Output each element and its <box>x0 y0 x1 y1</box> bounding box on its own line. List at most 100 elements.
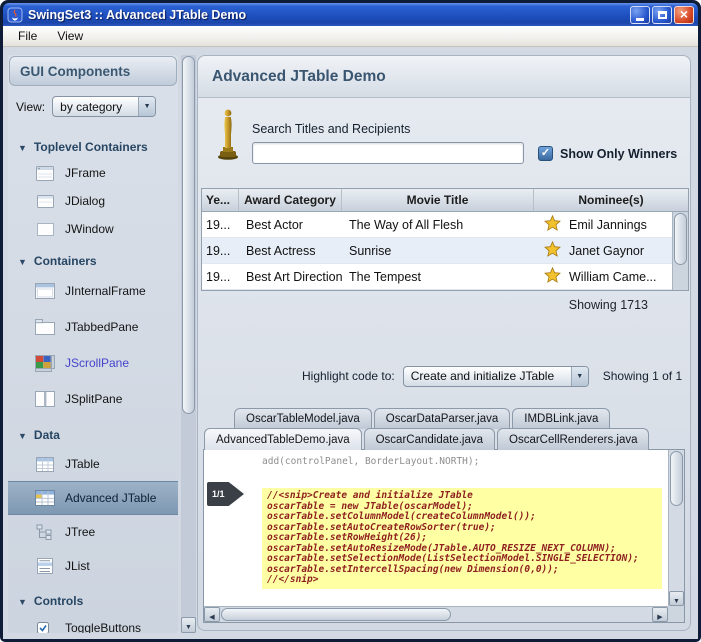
jtabbedpane-icon <box>34 319 56 335</box>
tab-oscartablemodel[interactable]: OscarTableModel.java <box>234 408 372 429</box>
table-status: Showing 1713 <box>569 298 648 312</box>
close-icon <box>680 6 688 24</box>
code-scroll-right-button[interactable] <box>652 607 668 622</box>
sidebar-item-togglebuttons[interactable]: ToggleButtons <box>8 613 178 633</box>
sidebar-item-jframe[interactable]: JFrame <box>8 159 178 187</box>
demo-header: Advanced JTable Demo <box>198 56 690 98</box>
sidebar-item-jsplitpane[interactable]: JSplitPane <box>8 381 178 417</box>
tab-oscarcandidate[interactable]: OscarCandidate.java <box>364 428 495 450</box>
code-line: //</snip> <box>267 575 657 586</box>
arrow-left-icon <box>209 606 214 624</box>
minimize-button[interactable] <box>630 6 650 24</box>
sidebar-item-jtree[interactable]: JTree <box>8 515 178 549</box>
chevron-down-icon[interactable] <box>571 367 588 386</box>
code-hscroll-thumb[interactable] <box>221 608 451 621</box>
tab-oscardataparser[interactable]: OscarDataParser.java <box>374 408 511 429</box>
minimize-icon <box>636 18 644 21</box>
search-label: Search Titles and Recipients <box>252 122 410 136</box>
arrow-right-icon <box>230 483 244 505</box>
arrow-down-icon <box>185 616 192 634</box>
tab-advancedtabledemo[interactable]: AdvancedTableDemo.java <box>204 428 362 450</box>
jdialog-icon <box>34 195 56 208</box>
jsplitpane-icon <box>34 391 56 407</box>
sidebar: GUI Components View: by category Topleve… <box>8 55 178 633</box>
winners-checkbox[interactable] <box>538 146 553 161</box>
sidebar-scrollbar[interactable] <box>181 55 196 633</box>
tree-section-toplevel-containers[interactable]: Toplevel Containers <box>8 135 178 159</box>
search-section: Search Titles and Recipients Show Only W… <box>198 98 690 190</box>
menu-file[interactable]: File <box>9 27 46 45</box>
scrollbar-corner <box>668 606 684 622</box>
table-scrollbar[interactable] <box>672 212 688 290</box>
highlight-code-combobox-value: Create and initialize JTable <box>404 369 571 383</box>
search-input[interactable] <box>252 142 524 164</box>
tab-oscarcellrenderers[interactable]: OscarCellRenderers.java <box>497 428 649 450</box>
code-showing-status: Showing 1 of 1 <box>603 369 682 383</box>
code-line: oscarTable.setSelectionMode(ListSelectio… <box>267 554 657 565</box>
column-header-year[interactable]: Ye... <box>202 189 239 211</box>
column-header-nominees[interactable]: Nominee(s) <box>534 189 688 211</box>
arrow-down-icon <box>673 590 680 608</box>
sidebar-item-advanced-jtable[interactable]: Advanced JTable <box>8 481 178 515</box>
sidebar-item-jscrollpane[interactable]: JScrollPane <box>8 345 178 381</box>
highlight-code-combobox[interactable]: Create and initialize JTable <box>403 366 589 387</box>
sidebar-item-jtabbedpane[interactable]: JTabbedPane <box>8 309 178 345</box>
collapse-triangle-icon[interactable] <box>18 426 27 444</box>
close-button[interactable] <box>674 6 694 24</box>
sidebar-header: GUI Components <box>9 56 177 86</box>
sidebar-item-jinternalframe[interactable]: JInternalFrame <box>8 273 178 309</box>
demo-panel: Advanced JTable Demo Search Tit <box>197 55 691 631</box>
winners-checkbox-label: Show Only Winners <box>560 147 677 161</box>
show-only-winners[interactable]: Show Only Winners <box>538 146 677 161</box>
column-header-award-category[interactable]: Award Category <box>239 189 342 211</box>
table-row[interactable]: 19... Best Actor The Way of All Flesh Em… <box>202 212 688 238</box>
table-scrollbar-thumb[interactable] <box>674 213 687 265</box>
menubar: File View <box>3 26 698 47</box>
tree-section-controls[interactable]: Controls <box>8 589 178 613</box>
sidebar-item-jdialog[interactable]: JDialog <box>8 187 178 215</box>
code-scroll-left-button[interactable] <box>204 607 220 622</box>
maximize-button[interactable] <box>652 6 672 24</box>
view-combobox[interactable]: by category <box>52 96 156 117</box>
sidebar-item-jlist[interactable]: JList <box>8 549 178 583</box>
highlight-marker-label: 1/1 <box>207 482 230 506</box>
column-header-movie-title[interactable]: Movie Title <box>342 189 534 211</box>
demo-title: Advanced JTable Demo <box>212 68 386 86</box>
table-header: Ye... Award Category Movie Title Nominee… <box>202 189 688 212</box>
table-body: 19... Best Actor The Way of All Flesh Em… <box>202 212 688 290</box>
jtable-icon <box>34 457 56 472</box>
advanced-jtable-icon <box>34 490 56 506</box>
chevron-down-icon[interactable] <box>138 97 155 116</box>
sidebar-item-jwindow[interactable]: JWindow <box>8 215 178 243</box>
menu-view[interactable]: View <box>48 27 92 45</box>
tree-section-containers[interactable]: Containers <box>8 249 178 273</box>
table-row[interactable]: 19... Best Art Direction The Tempest Wil… <box>202 264 688 290</box>
code-scroll-down-button[interactable] <box>669 591 684 606</box>
sidebar-item-jtable[interactable]: JTable <box>8 447 178 481</box>
togglebuttons-icon <box>34 622 56 634</box>
code-vertical-scrollbar[interactable] <box>668 450 684 606</box>
highlight-marker[interactable]: 1/1 <box>207 482 244 506</box>
code-horizontal-scrollbar[interactable] <box>204 606 668 622</box>
code-line: add(controlPanel, BorderLayout.NORTH); <box>262 457 479 468</box>
jwindow-icon <box>34 223 56 236</box>
winner-star-icon <box>544 215 561 234</box>
view-combobox-value: by category <box>53 100 138 114</box>
collapse-triangle-icon[interactable] <box>18 592 27 610</box>
code-line: oscarTable.setRowHeight(26); <box>267 533 657 544</box>
code-vscroll-thumb[interactable] <box>670 451 683 506</box>
titlebar[interactable]: SwingSet3 :: Advanced JTable Demo <box>3 3 698 26</box>
collapse-triangle-icon[interactable] <box>18 252 27 270</box>
collapse-triangle-icon[interactable] <box>18 138 27 156</box>
app-icon <box>7 7 23 23</box>
view-row: View: by category <box>16 96 178 117</box>
highlight-code-label: Highlight code to: <box>302 369 395 383</box>
jinternalframe-icon <box>34 283 56 299</box>
sidebar-scrollbar-thumb[interactable] <box>182 56 195 414</box>
tree-section-data[interactable]: Data <box>8 423 178 447</box>
tab-imdblink[interactable]: IMDBLink.java <box>512 408 610 429</box>
code-line: oscarTable.setColumnModel(createColumnMo… <box>267 512 657 523</box>
sidebar-scroll-down-button[interactable] <box>181 617 196 633</box>
table-row[interactable]: 19... Best Actress Sunrise Janet Gaynor <box>202 238 688 264</box>
content-area: GUI Components View: by category Topleve… <box>3 47 698 639</box>
